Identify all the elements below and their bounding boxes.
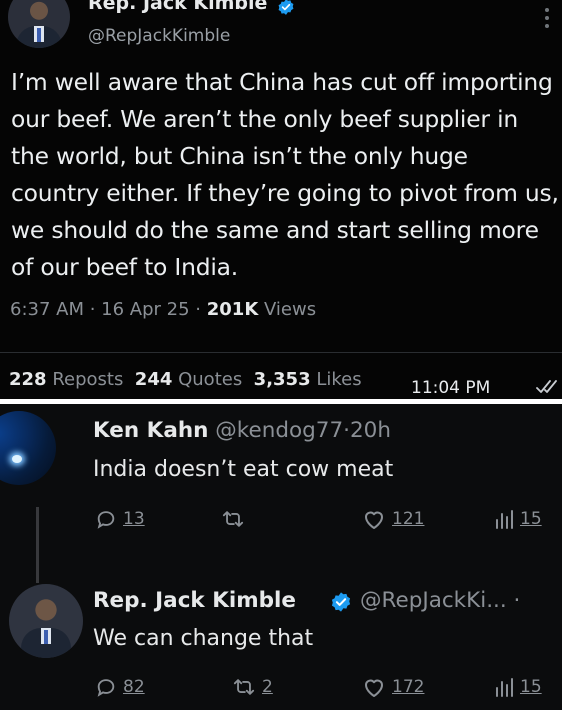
quotes-label[interactable]: Quotes (178, 369, 242, 390)
avatar[interactable] (0, 411, 56, 485)
repost-icon (222, 511, 244, 527)
like-button[interactable]: 121 (362, 508, 424, 530)
views-count: 201K (206, 299, 259, 320)
divider (0, 352, 562, 353)
reply-author-handle-text[interactable]: @RepJackKi... (360, 588, 507, 613)
reply-header: Ken Kahn @kendog77·20h (93, 418, 391, 443)
repost-icon (233, 679, 255, 695)
views-count: 15 (520, 677, 542, 697)
reply-count: 82 (123, 677, 145, 697)
reply-button[interactable]: 82 (95, 676, 145, 698)
repost-count: 2 (262, 677, 273, 697)
verified-badge-icon (278, 0, 294, 15)
reply-author-handle[interactable]: @RepJackKi... · (360, 588, 520, 613)
views-button[interactable]: 15 (494, 676, 542, 698)
tweet-meta: 6:37 AM · 16 Apr 25 · 201K Views (10, 299, 317, 320)
double-check-icon (536, 380, 557, 393)
reply-author-name: Rep. Jack Kimble (93, 588, 296, 613)
reply-button[interactable]: 13 (95, 508, 145, 530)
reply-thread: Ken Kahn @kendog77·20h India doesn’t eat… (0, 404, 562, 710)
engagement-stats: 228 Reposts 244 Quotes 3,353 Likes (9, 369, 362, 390)
quotes-count[interactable]: 244 (135, 369, 173, 390)
reply-author-name-text[interactable]: Rep. Jack Kimble (93, 588, 296, 613)
reply-icon (97, 511, 115, 529)
reposts-label[interactable]: Reposts (52, 369, 123, 390)
reply-count: 13 (123, 509, 145, 529)
like-icon (365, 511, 383, 529)
avatar-highlight (12, 455, 22, 463)
like-button[interactable]: 172 (362, 676, 424, 698)
author-name[interactable]: Rep. Jack Kimble (88, 0, 267, 14)
like-count: 121 (392, 509, 425, 529)
views-count: 15 (520, 509, 542, 529)
reply-text: India doesn’t eat cow meat (93, 457, 394, 482)
tweet-text: I’m well aware that China has cut off im… (11, 68, 559, 281)
verified-badge-icon (331, 592, 351, 612)
repost-button[interactable] (221, 508, 251, 530)
avatar[interactable] (9, 584, 83, 658)
tweet-card: Rep. Jack Kimble @RepJackKimble I’m well… (0, 0, 562, 399)
reply-age[interactable]: 20h (350, 418, 391, 443)
likes-count[interactable]: 3,353 (254, 369, 311, 390)
like-count: 172 (392, 677, 425, 697)
tweet-date[interactable]: 16 Apr 25 (101, 299, 189, 320)
likes-label[interactable]: Likes (316, 369, 361, 390)
reply-author-handle[interactable]: @kendog77 (215, 418, 343, 443)
views-label: Views (264, 299, 317, 320)
views-icon (496, 510, 513, 529)
thread-line (36, 507, 39, 583)
repost-button[interactable]: 2 (232, 676, 273, 698)
message-time: 11:04 PM (411, 378, 491, 398)
like-icon (365, 679, 383, 697)
reply-text: We can change that (93, 626, 314, 651)
views-button[interactable]: 15 (494, 508, 542, 530)
tweet-time[interactable]: 6:37 AM (10, 299, 84, 320)
reposts-count[interactable]: 228 (9, 369, 47, 390)
avatar[interactable] (8, 0, 70, 48)
more-icon[interactable] (545, 8, 551, 30)
views-icon (496, 678, 513, 697)
reply-author-name[interactable]: Ken Kahn (93, 418, 208, 443)
reply-icon (97, 679, 115, 697)
author-handle[interactable]: @RepJackKimble (88, 26, 230, 46)
